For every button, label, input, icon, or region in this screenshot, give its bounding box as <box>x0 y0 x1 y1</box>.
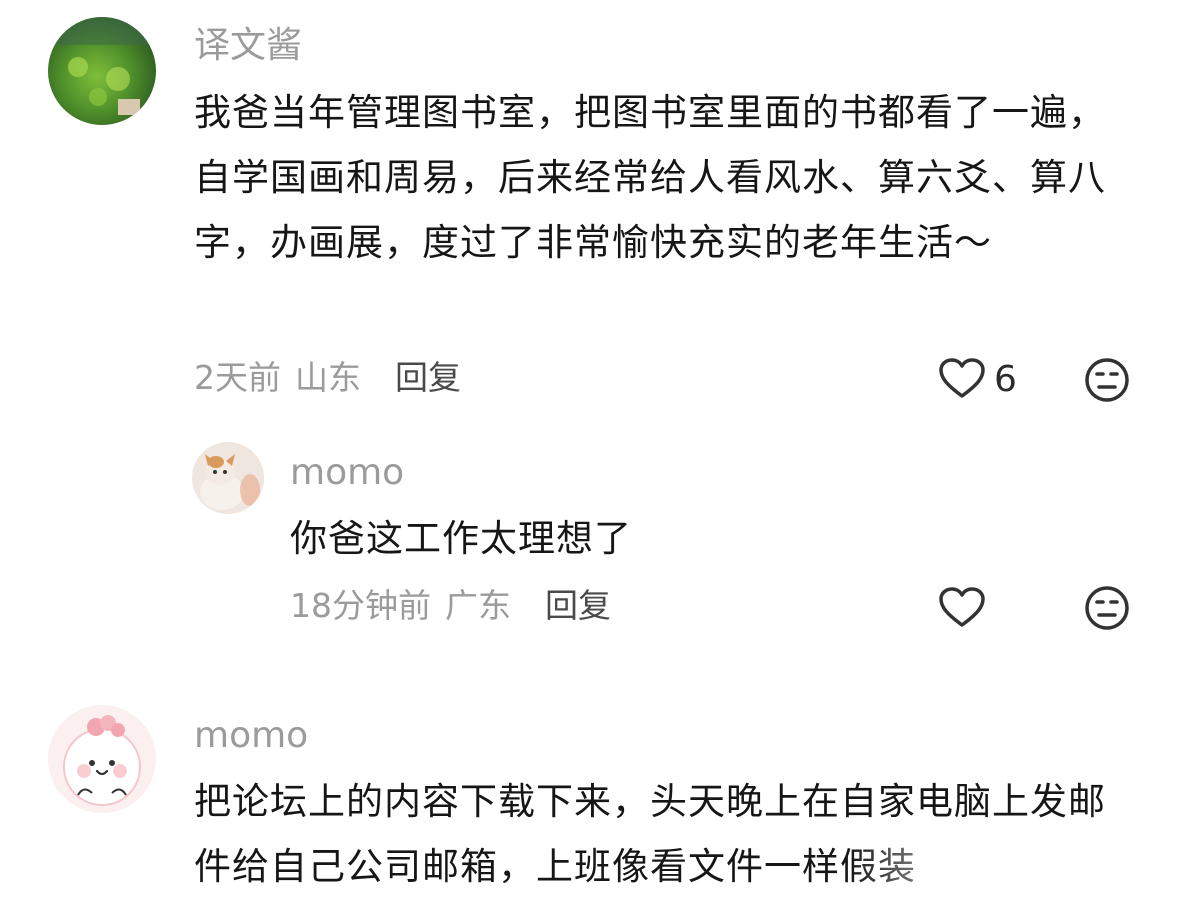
reply-button[interactable]: 回复 <box>545 586 611 626</box>
comment-text: 我爸当年管理图书室，把图书室里面的书都看了一遍，自学国画和周易，后来经常给人看风… <box>194 91 1106 264</box>
timestamp: 18分钟前 <box>290 586 431 625</box>
comment-meta: 18分钟前 广东 回复 <box>290 586 611 626</box>
text-fade-overlay <box>849 826 1179 890</box>
neutral-face-icon <box>1083 358 1131 408</box>
comment-meta: 2天前 山东 回复 <box>194 358 461 398</box>
like-count: 6 <box>994 359 1017 400</box>
dislike-button[interactable] <box>1083 584 1131 636</box>
heart-outline-icon <box>938 357 986 403</box>
dislike-button[interactable] <box>1083 356 1131 408</box>
username[interactable]: momo <box>194 714 308 758</box>
like-button[interactable] <box>938 586 986 632</box>
avatar[interactable] <box>192 442 264 514</box>
username[interactable]: 译文酱 <box>194 24 302 68</box>
comment-text: 你爸这工作太理想了 <box>290 517 632 560</box>
avatar[interactable] <box>48 17 156 125</box>
like-button[interactable]: 6 <box>938 357 1017 403</box>
timestamp: 2天前 <box>194 358 281 397</box>
reply-button[interactable]: 回复 <box>395 358 461 398</box>
avatar[interactable] <box>48 705 156 813</box>
username[interactable]: momo <box>290 451 404 495</box>
heart-outline-icon <box>938 586 986 632</box>
location: 山东 <box>295 358 361 397</box>
neutral-face-icon <box>1083 586 1131 636</box>
location: 广东 <box>445 586 511 625</box>
